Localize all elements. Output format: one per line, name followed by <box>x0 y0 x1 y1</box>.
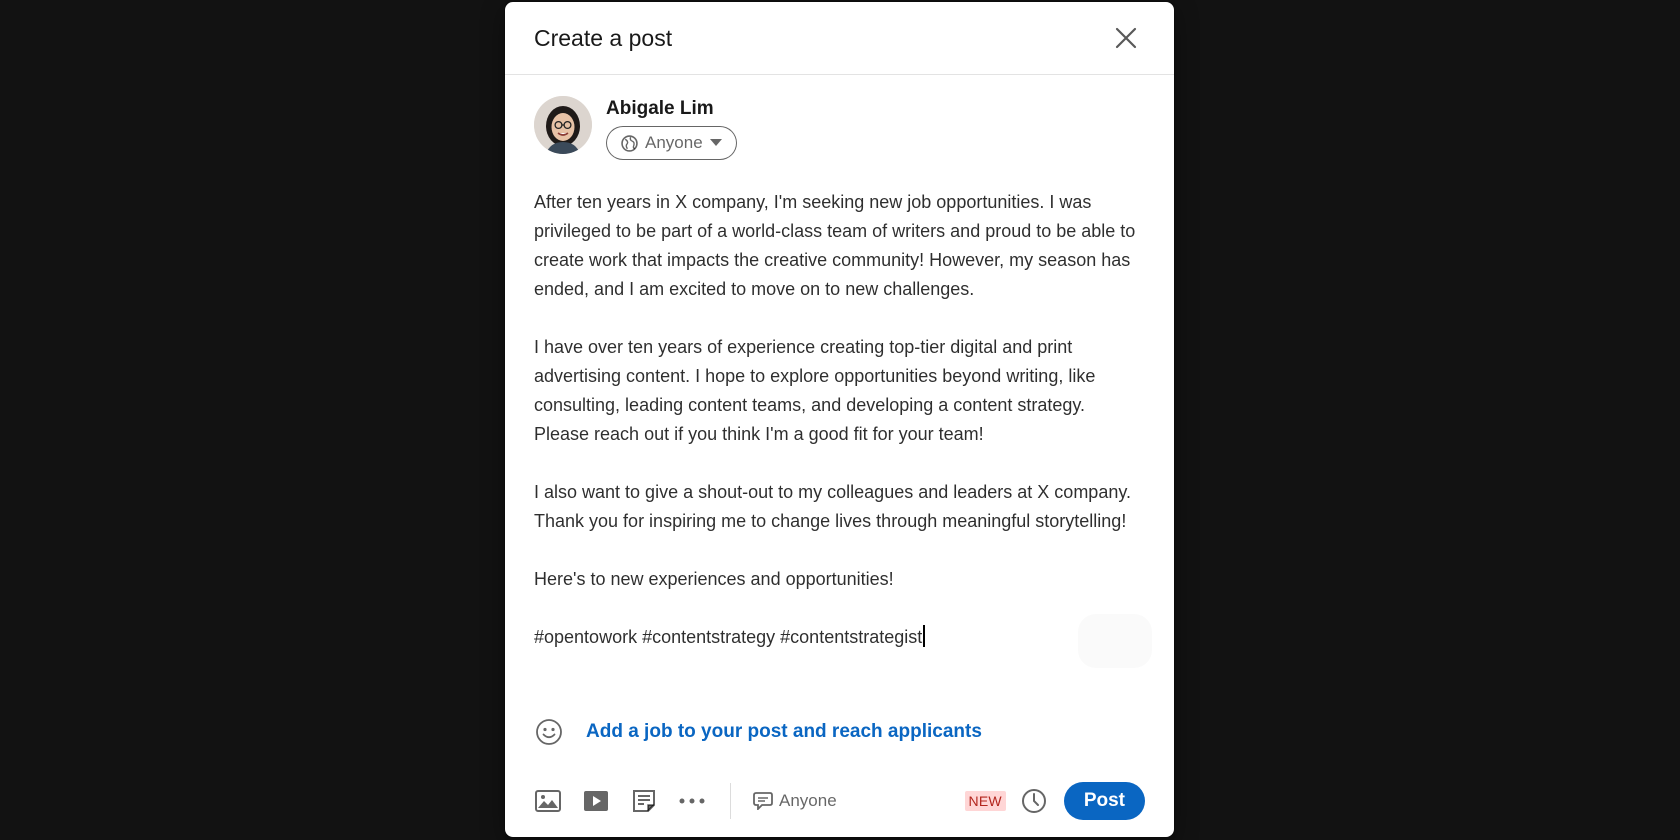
comment-control-label: Anyone <box>779 791 837 810</box>
schedule-post-button[interactable] <box>1020 787 1048 815</box>
hashtags-text: #opentowork #contentstrategy #contentstr… <box>534 627 923 647</box>
modal-backdrop-left[interactable] <box>0 0 505 840</box>
modal-backdrop-right[interactable] <box>1175 0 1680 840</box>
author-block: Abigale Lim Anyone <box>505 75 1174 160</box>
ghost-bubble <box>1078 614 1152 668</box>
add-photo-button[interactable] <box>534 787 562 815</box>
post-paragraph: After ten years in X company, I'm seekin… <box>534 192 1136 299</box>
dialog-title: Create a post <box>534 24 673 51</box>
post-paragraph: I have over ten years of experience crea… <box>534 337 1096 444</box>
close-icon <box>1115 27 1137 49</box>
audience-label: Anyone <box>645 133 703 152</box>
clock-icon <box>1021 789 1046 813</box>
new-badge: NEW <box>964 791 1006 811</box>
text-caret <box>923 625 925 647</box>
caret-down-icon <box>709 139 722 146</box>
post-text-editor[interactable]: After ten years in X company, I'm seekin… <box>505 160 1174 668</box>
job-prompt-row: Add a job to your post and reach applica… <box>505 714 1011 750</box>
post-button[interactable]: Post <box>1063 782 1145 820</box>
more-options-button[interactable] <box>678 787 706 815</box>
post-toolbar: Anyone NEW Post <box>505 778 1174 824</box>
close-button[interactable] <box>1106 18 1146 58</box>
post-paragraph: Here's to new experiences and opportunit… <box>534 569 894 589</box>
emoji-icon <box>536 719 562 745</box>
audience-selector-button[interactable]: Anyone <box>606 126 737 160</box>
globe-icon <box>621 134 638 152</box>
video-icon <box>584 791 608 811</box>
toolbar-divider <box>730 783 731 819</box>
comment-control-button[interactable]: Anyone <box>753 791 837 811</box>
dialog-header: Create a post <box>505 2 1174 75</box>
post-paragraph: I also want to give a shout-out to my co… <box>534 482 1132 531</box>
add-job-link[interactable]: Add a job to your post and reach applica… <box>586 721 982 743</box>
post-hashtags: #opentowork #contentstrategy #contentstr… <box>534 623 1145 652</box>
avatar <box>534 96 592 154</box>
more-icon <box>679 798 705 804</box>
create-post-dialog: Create a post Abigale Lim Anyone After t… <box>505 2 1174 837</box>
image-icon <box>535 790 561 812</box>
document-icon <box>633 790 655 812</box>
add-document-button[interactable] <box>630 787 658 815</box>
emoji-button[interactable] <box>534 717 564 747</box>
author-name: Abigale Lim <box>606 98 714 119</box>
add-video-button[interactable] <box>582 787 610 815</box>
author-info: Abigale Lim Anyone <box>606 96 737 160</box>
comment-icon <box>753 792 773 810</box>
